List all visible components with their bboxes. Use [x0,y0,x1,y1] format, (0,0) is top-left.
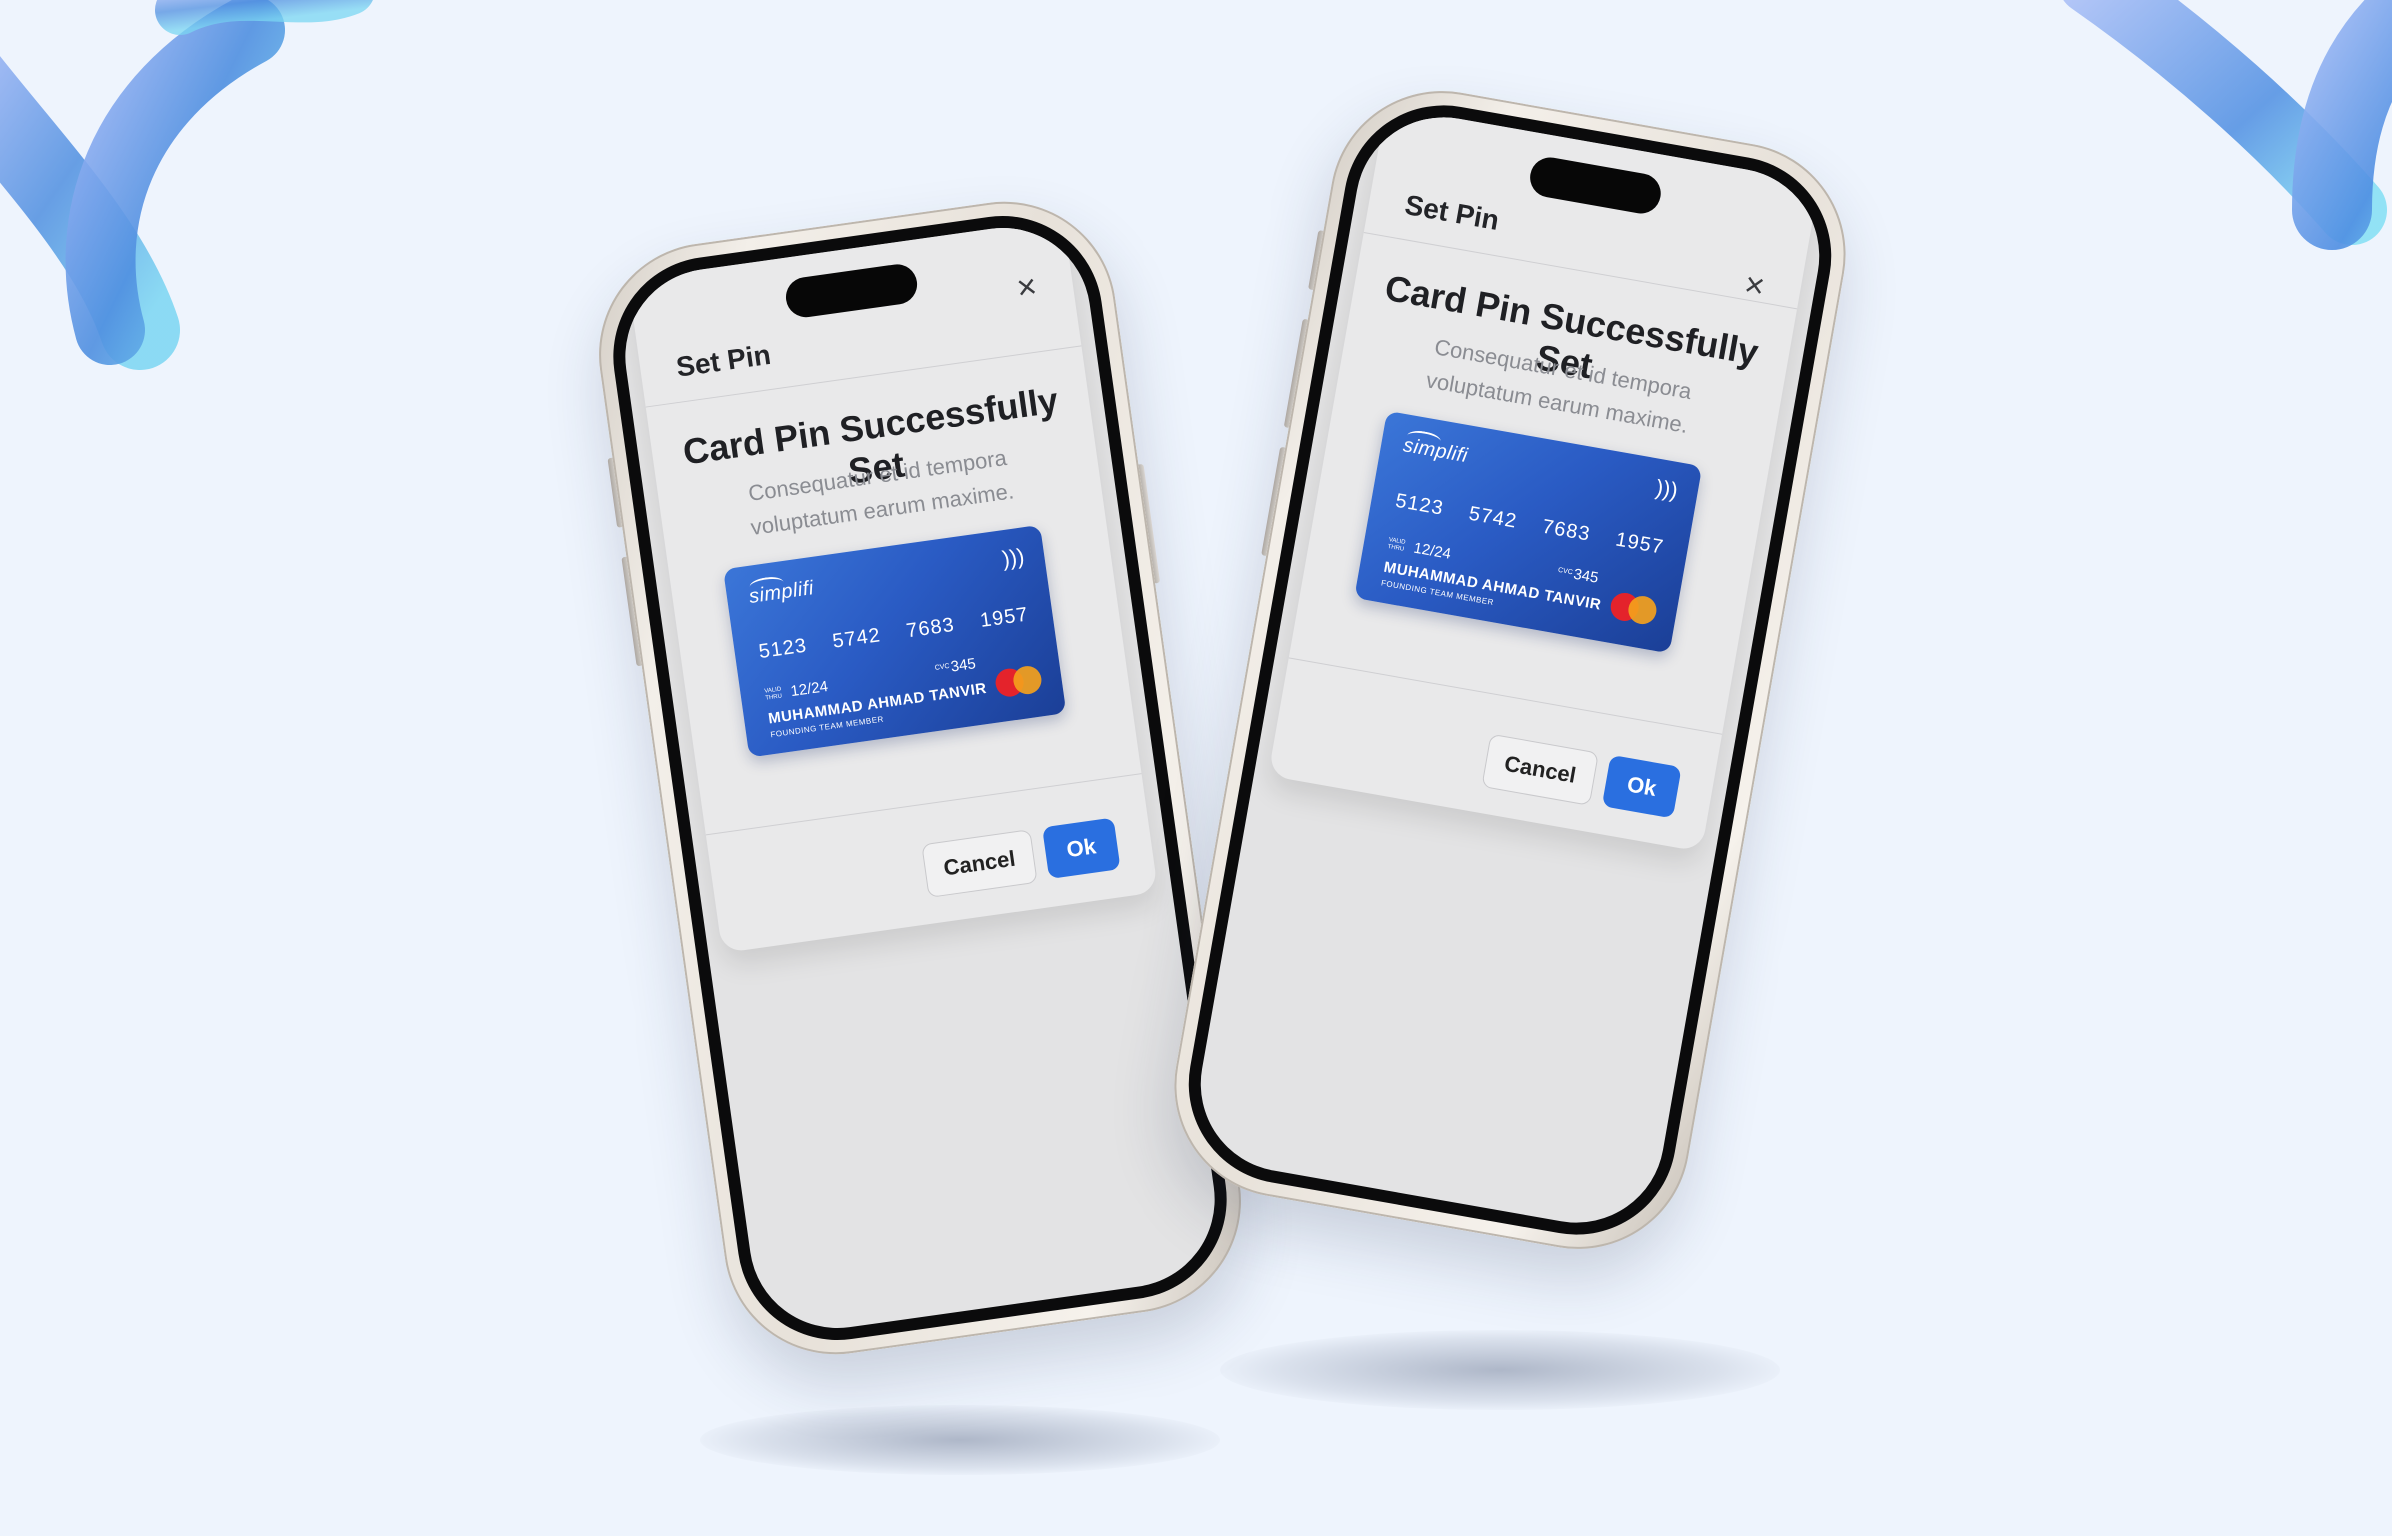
modal-title: Set Pin [674,338,773,383]
contactless-icon: ))) [1653,474,1680,504]
card-cvc: 345 [1572,565,1600,587]
card-number-group: 1957 [1613,528,1666,559]
card-number-group: 5742 [831,624,883,653]
cancel-button[interactable]: Cancel [921,829,1038,898]
credit-card: simplifi ))) 5123 5742 7683 1957 VALID T… [723,524,1067,758]
cancel-button[interactable]: Cancel [1481,733,1599,806]
mastercard-logo [1608,590,1659,627]
phone-left: Set Pin × Card Pin Successfully Set Cons… [584,187,1256,1369]
phone-shadow-right [1220,1330,1780,1410]
card-expiry: 12/24 [789,678,830,701]
card-expiry: 12/24 [1412,539,1453,563]
valid-thru-label: VALID THRU [1387,537,1406,553]
card-cvc: 345 [949,655,977,676]
card-number-group: 5742 [1467,502,1519,533]
close-icon[interactable]: × [1014,267,1039,307]
contactless-icon: ))) [1000,543,1026,572]
card-number-group: 1957 [978,603,1030,632]
valid-thru-label: VALID THRU [764,686,783,702]
card-number-group: 5123 [757,634,809,664]
modal-title: Set Pin [1402,188,1502,236]
ok-button[interactable]: Ok [1042,817,1121,879]
cvc-label: CVC [934,662,951,672]
card-brand: simplifi [1401,434,1470,468]
phone-shadow-left [700,1405,1220,1475]
glass-ribbon-decoration-left [0,0,373,370]
card-number-group: 5123 [1393,489,1446,520]
card-number: 5123 5742 7683 1957 [757,603,1030,664]
divider [1288,657,1723,735]
cvc-label: CVC [1557,566,1574,577]
phone-screen: Set Pin × Card Pin Successfully Set Cons… [613,216,1227,1340]
set-pin-modal: Set Pin × Card Pin Successfully Set Cons… [627,218,1159,954]
ok-button[interactable]: Ok [1601,754,1682,819]
phone-screen: Set Pin × Card Pin Successfully Set Cons… [1186,103,1834,1237]
credit-card: simplifi ))) 5123 5742 7683 1957 VALID T… [1354,410,1703,654]
phone-right: Set Pin × Card Pin Successfully Set Cons… [1156,73,1864,1267]
card-number-group: 7683 [904,613,957,643]
mastercard-logo [993,664,1044,699]
glass-ribbon-decoration-right [2063,0,2392,250]
card-number-group: 7683 [1540,515,1593,546]
